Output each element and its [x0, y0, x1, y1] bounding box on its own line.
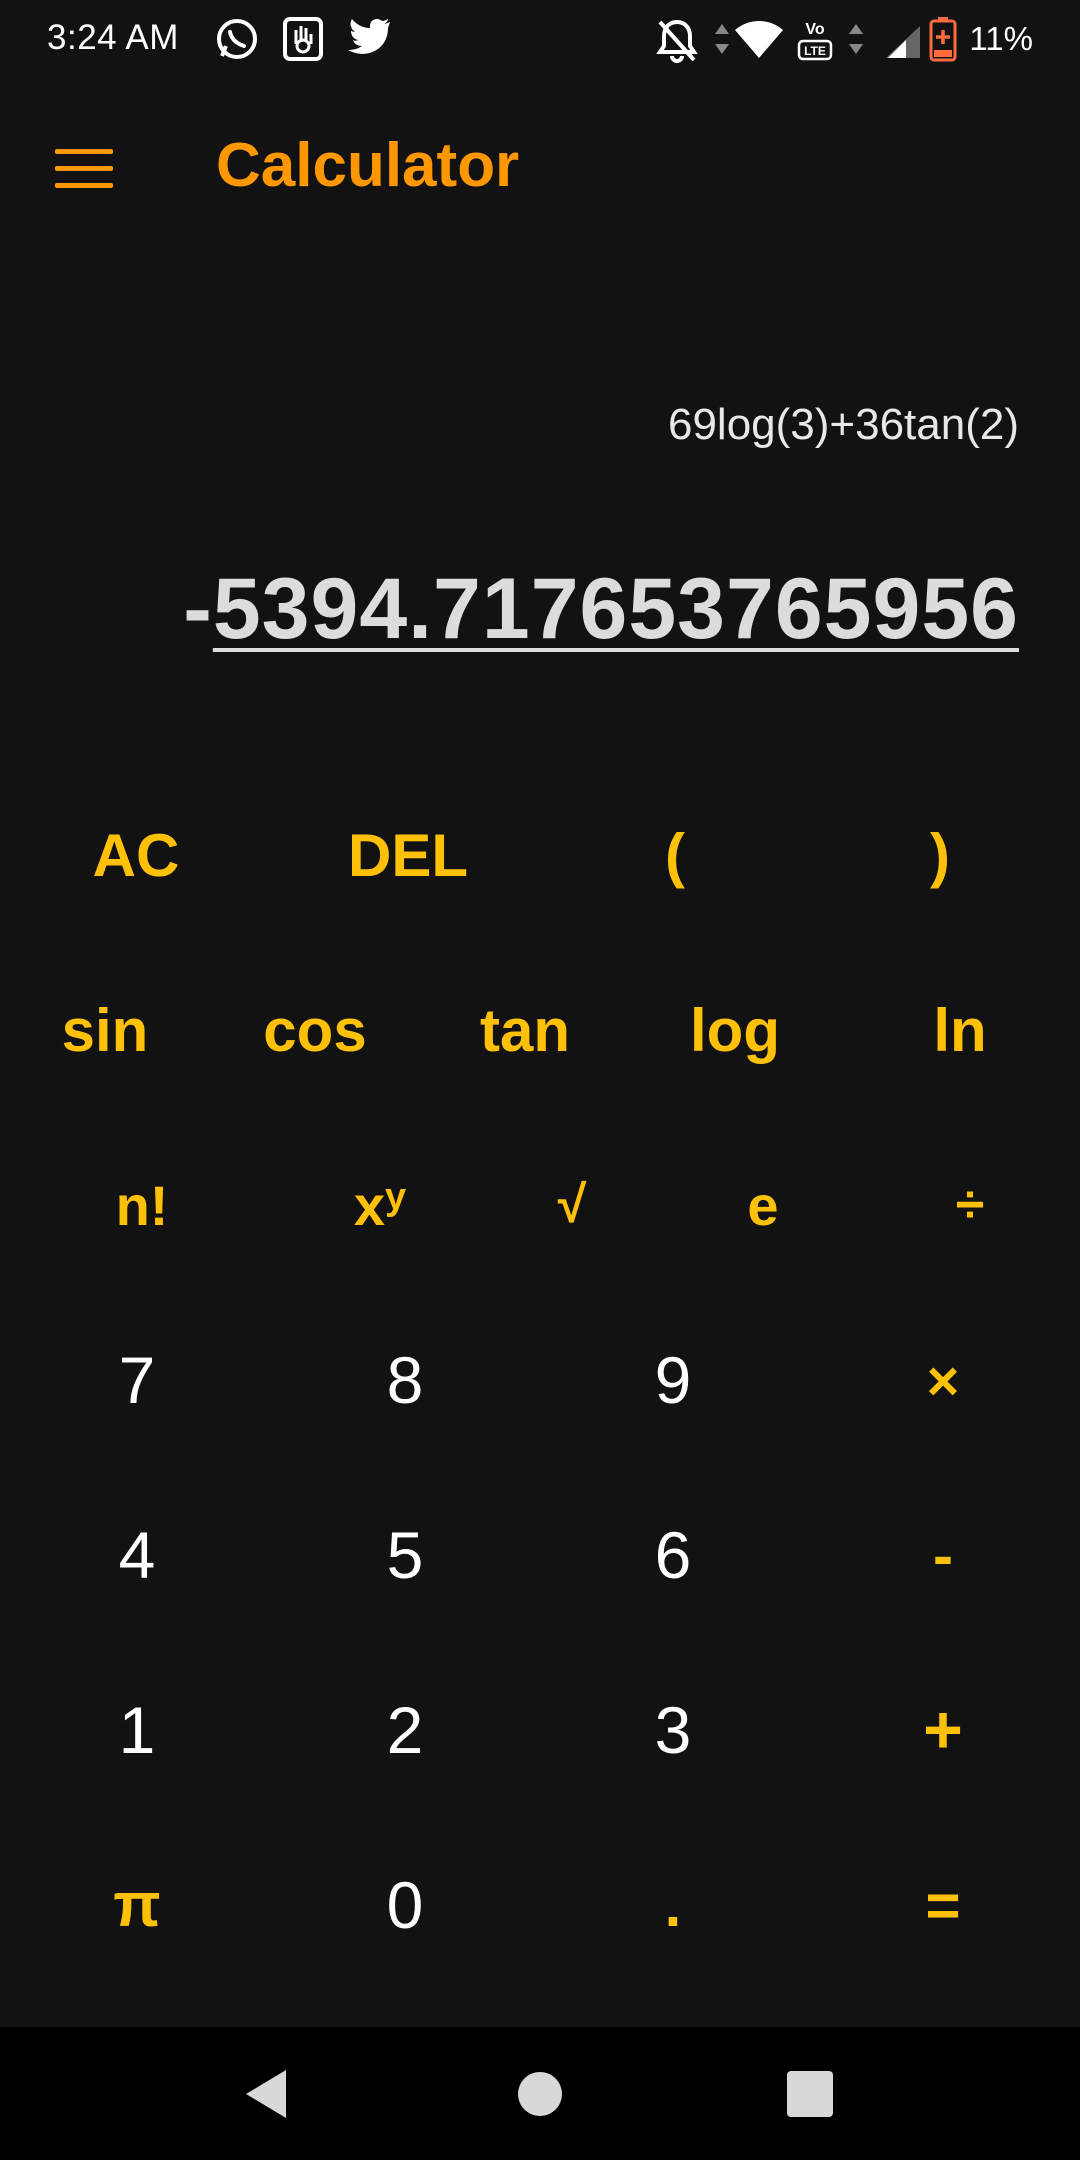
data-arrows-icon: [712, 22, 732, 61]
status-bar: 3:24 AM Vo LTE 11%: [0, 0, 1080, 84]
recents-button[interactable]: [765, 2049, 855, 2139]
factorial-button[interactable]: n!: [82, 1150, 202, 1260]
divide-button[interactable]: ÷: [910, 1150, 1030, 1260]
battery-percent: 11%: [969, 20, 1033, 57]
menu-button[interactable]: [40, 124, 128, 212]
signal-icon: [884, 24, 922, 65]
twitter-icon: [346, 16, 392, 63]
delete-button[interactable]: DEL: [320, 800, 496, 910]
digit-7-button[interactable]: 7: [77, 1325, 197, 1435]
app-title: Calculator: [216, 131, 520, 200]
back-icon: [246, 2070, 286, 2118]
expression-display[interactable]: 69log(3)+36tan(2): [668, 400, 1019, 450]
log-button[interactable]: log: [670, 975, 800, 1085]
pi-button[interactable]: π: [77, 1850, 197, 1960]
power-exponent: y: [385, 1175, 407, 1218]
calculator-screen: 3:24 AM Vo LTE 11% Calculator 69log(3)+3…: [0, 0, 1080, 2160]
menu-icon-bar: [55, 165, 113, 171]
digit-1-button[interactable]: 1: [77, 1675, 197, 1785]
tan-button[interactable]: tan: [460, 975, 590, 1085]
volte-icon: Vo LTE: [795, 14, 835, 69]
open-paren-button[interactable]: (: [620, 800, 730, 910]
data-arrows-icon: [846, 22, 866, 61]
home-icon: [518, 2072, 562, 2116]
menu-icon-bar: [55, 182, 113, 188]
back-button[interactable]: [222, 2049, 312, 2139]
power-button[interactable]: xy: [320, 1150, 440, 1260]
app-bar: Calculator: [0, 84, 1080, 254]
equals-button[interactable]: =: [883, 1850, 1003, 1960]
digit-4-button[interactable]: 4: [77, 1500, 197, 1610]
cos-button[interactable]: cos: [250, 975, 380, 1085]
digit-6-button[interactable]: 6: [613, 1500, 733, 1610]
battery-icon: [928, 16, 958, 67]
sqrt-button[interactable]: √: [512, 1150, 632, 1260]
svg-text:LTE: LTE: [804, 44, 826, 58]
digit-0-button[interactable]: 0: [345, 1850, 465, 1960]
navigation-bar: [0, 2027, 1080, 2160]
power-base: x: [353, 1173, 385, 1237]
close-paren-button[interactable]: ): [885, 800, 995, 910]
digit-9-button[interactable]: 9: [613, 1325, 733, 1435]
digit-3-button[interactable]: 3: [613, 1675, 733, 1785]
e-button[interactable]: e: [703, 1150, 823, 1260]
result-sign: -: [183, 561, 213, 657]
status-time: 3:24 AM: [47, 18, 179, 57]
sin-button[interactable]: sin: [40, 975, 170, 1085]
digit-5-button[interactable]: 5: [345, 1500, 465, 1610]
wifi-icon: [734, 20, 784, 65]
svg-text:Vo: Vo: [805, 21, 824, 38]
decimal-button[interactable]: .: [613, 1850, 733, 1960]
result-display[interactable]: -5394.717653765956: [183, 560, 1019, 659]
ln-button[interactable]: ln: [895, 975, 1025, 1085]
recents-icon: [787, 2071, 833, 2117]
multiply-button[interactable]: ×: [883, 1325, 1003, 1435]
whatsapp-icon: [214, 16, 260, 67]
hand-icon: [282, 16, 324, 67]
home-button[interactable]: [495, 2049, 585, 2139]
result-value: 5394.717653765956: [212, 561, 1019, 657]
plus-button[interactable]: +: [883, 1675, 1003, 1785]
menu-icon: [55, 148, 113, 154]
ac-button[interactable]: AC: [62, 800, 210, 910]
minus-button[interactable]: -: [883, 1500, 1003, 1610]
digit-8-button[interactable]: 8: [345, 1325, 465, 1435]
notifications-off-icon: [656, 18, 698, 69]
digit-2-button[interactable]: 2: [345, 1675, 465, 1785]
